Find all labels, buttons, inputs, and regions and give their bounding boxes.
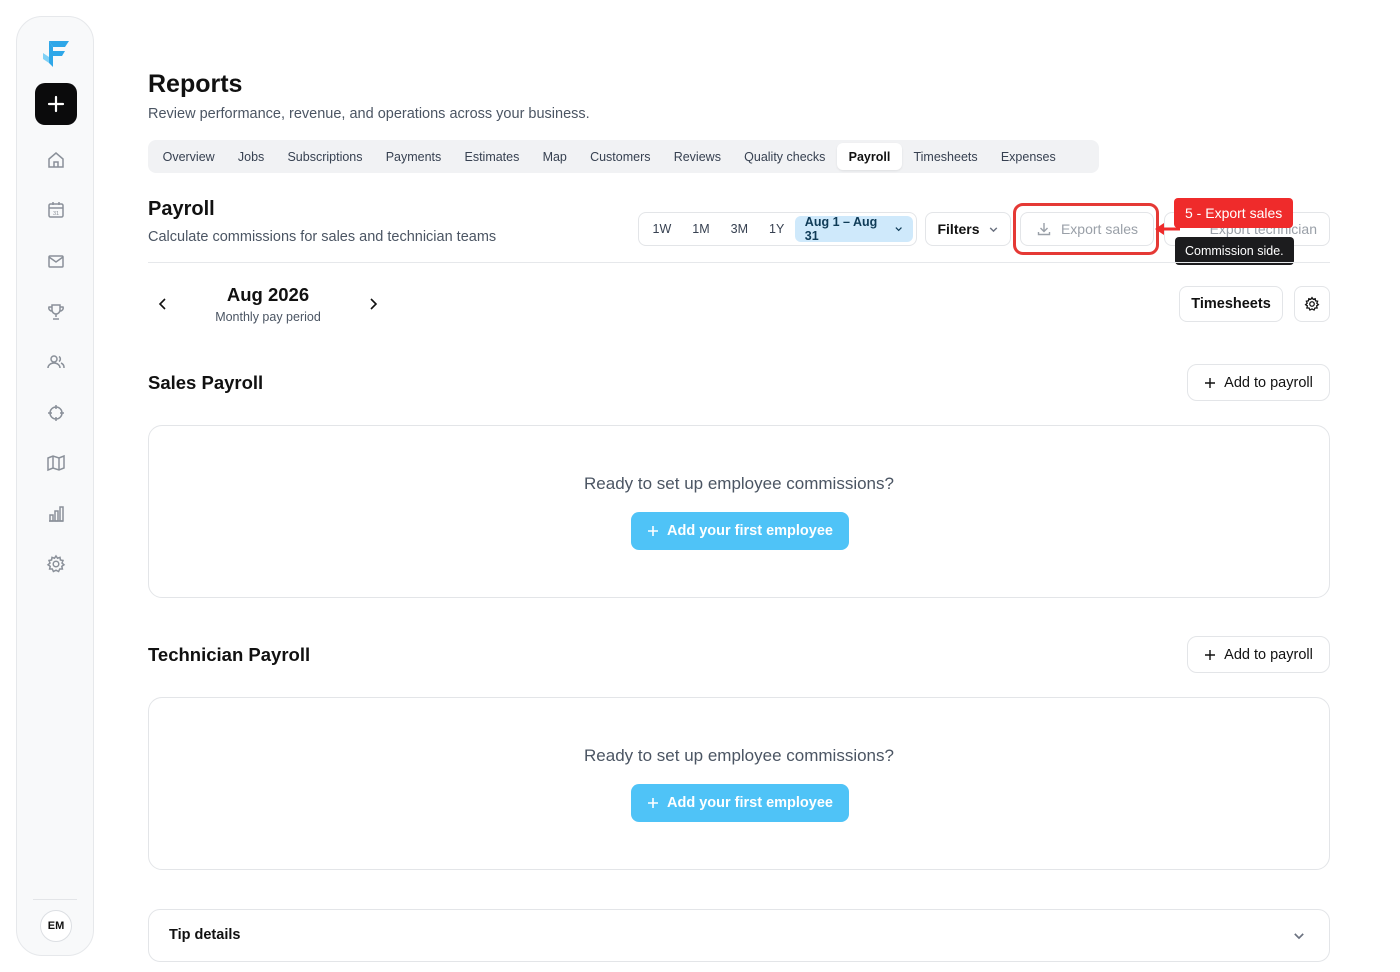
settings-icon[interactable] bbox=[45, 553, 67, 575]
brand-logo[interactable] bbox=[41, 37, 71, 69]
chevron-down-icon bbox=[989, 226, 997, 232]
tab-expenses[interactable]: Expenses bbox=[989, 143, 1067, 170]
mail-icon[interactable] bbox=[45, 250, 67, 272]
annotation-badge: 5 - Export sales bbox=[1174, 198, 1294, 228]
trophy-icon[interactable] bbox=[45, 301, 67, 323]
tab-timesheets[interactable]: Timesheets bbox=[902, 143, 989, 170]
tab-reviews[interactable]: Reviews bbox=[662, 143, 732, 170]
technician-payroll-title: Technician Payroll bbox=[148, 644, 311, 665]
period-title: Aug 2026 bbox=[226, 284, 310, 305]
avatar[interactable]: EM bbox=[40, 910, 72, 942]
sidebar: 31 EM bbox=[16, 16, 94, 956]
sales-add-first-employee-button[interactable]: Add your first employee bbox=[631, 512, 849, 550]
svg-text:31: 31 bbox=[53, 211, 59, 217]
tab-map[interactable]: Map bbox=[531, 143, 579, 170]
sales-add-to-payroll-button[interactable]: Add to payroll bbox=[1187, 364, 1330, 401]
bar-chart-icon[interactable] bbox=[45, 503, 67, 525]
range-1w-button[interactable]: 1W bbox=[642, 216, 682, 242]
chevron-right-icon bbox=[370, 298, 378, 310]
date-range-selector: 1W 1M 3M 1Y Aug 1 – Aug 31 bbox=[638, 212, 917, 246]
range-3m-button[interactable]: 3M bbox=[720, 216, 758, 242]
new-item-button[interactable] bbox=[35, 83, 77, 125]
section-divider bbox=[148, 262, 1330, 263]
tab-jobs[interactable]: Jobs bbox=[226, 143, 276, 170]
plus-icon bbox=[648, 798, 658, 808]
technician-add-to-payroll-button[interactable]: Add to payroll bbox=[1187, 636, 1330, 673]
filters-button[interactable]: Filters bbox=[925, 212, 1011, 246]
sidebar-divider bbox=[33, 899, 77, 900]
date-range-label: Aug 1 – Aug 31 bbox=[804, 215, 878, 243]
range-1m-button[interactable]: 1M bbox=[682, 216, 720, 242]
tab-payments[interactable]: Payments bbox=[374, 143, 453, 170]
period-subtitle: Monthly pay period bbox=[215, 310, 321, 324]
tab-customers[interactable]: Customers bbox=[578, 143, 662, 170]
empty-state-text: Ready to set up employee commissions? bbox=[584, 746, 894, 765]
tab-overview[interactable]: Overview bbox=[151, 143, 226, 170]
chevron-down-icon bbox=[895, 227, 902, 232]
section-subtitle: Calculate commissions for sales and tech… bbox=[148, 229, 497, 245]
tab-estimates[interactable]: Estimates bbox=[453, 143, 531, 170]
page-subtitle: Review performance, revenue, and operati… bbox=[148, 106, 590, 122]
tip-details-accordion[interactable]: Tip details bbox=[148, 909, 1330, 962]
add-to-payroll-label: Add to payroll bbox=[1224, 646, 1313, 663]
report-tabs: Overview Jobs Subscriptions Payments Est… bbox=[148, 140, 1099, 173]
calendar-icon[interactable]: 31 bbox=[45, 199, 67, 221]
plus-icon bbox=[648, 526, 658, 536]
sales-payroll-empty-state: Ready to set up employee commissions? Ad… bbox=[148, 425, 1330, 598]
plus-icon bbox=[1205, 649, 1216, 660]
next-period-button[interactable] bbox=[363, 294, 383, 314]
section-title: Payroll bbox=[148, 198, 215, 220]
users-icon[interactable] bbox=[45, 351, 67, 373]
tooltip: Commission side. bbox=[1175, 237, 1294, 265]
chevron-down-icon bbox=[1289, 926, 1309, 946]
gear-icon bbox=[1304, 296, 1320, 311]
add-first-employee-label: Add your first employee bbox=[667, 795, 833, 811]
map-icon[interactable] bbox=[45, 452, 67, 474]
technician-payroll-empty-state: Ready to set up employee commissions? Ad… bbox=[148, 697, 1330, 870]
date-range-dropdown[interactable]: Aug 1 – Aug 31 bbox=[794, 215, 913, 243]
tab-subscriptions[interactable]: Subscriptions bbox=[276, 143, 374, 170]
chevron-left-icon bbox=[158, 298, 166, 310]
add-to-payroll-label: Add to payroll bbox=[1224, 374, 1313, 391]
home-icon[interactable] bbox=[45, 149, 67, 171]
filters-label: Filters bbox=[937, 221, 980, 237]
crosshair-icon[interactable] bbox=[45, 402, 67, 424]
range-1y-button[interactable]: 1Y bbox=[759, 216, 795, 242]
timesheets-button[interactable]: Timesheets bbox=[1179, 286, 1283, 322]
previous-period-button[interactable] bbox=[153, 294, 173, 314]
plus-icon bbox=[47, 95, 65, 113]
empty-state-text: Ready to set up employee commissions? bbox=[584, 474, 894, 493]
technician-add-first-employee-button[interactable]: Add your first employee bbox=[631, 784, 849, 822]
plus-icon bbox=[1205, 377, 1216, 388]
payroll-settings-button[interactable] bbox=[1294, 286, 1330, 322]
tab-quality-checks[interactable]: Quality checks bbox=[733, 143, 837, 170]
tab-payroll[interactable]: Payroll bbox=[837, 143, 902, 170]
add-first-employee-label: Add your first employee bbox=[667, 523, 833, 539]
sales-payroll-title: Sales Payroll bbox=[148, 372, 264, 393]
page-title: Reports bbox=[148, 70, 243, 98]
tip-details-title: Tip details bbox=[169, 927, 241, 943]
highlight-outline bbox=[1013, 203, 1159, 255]
